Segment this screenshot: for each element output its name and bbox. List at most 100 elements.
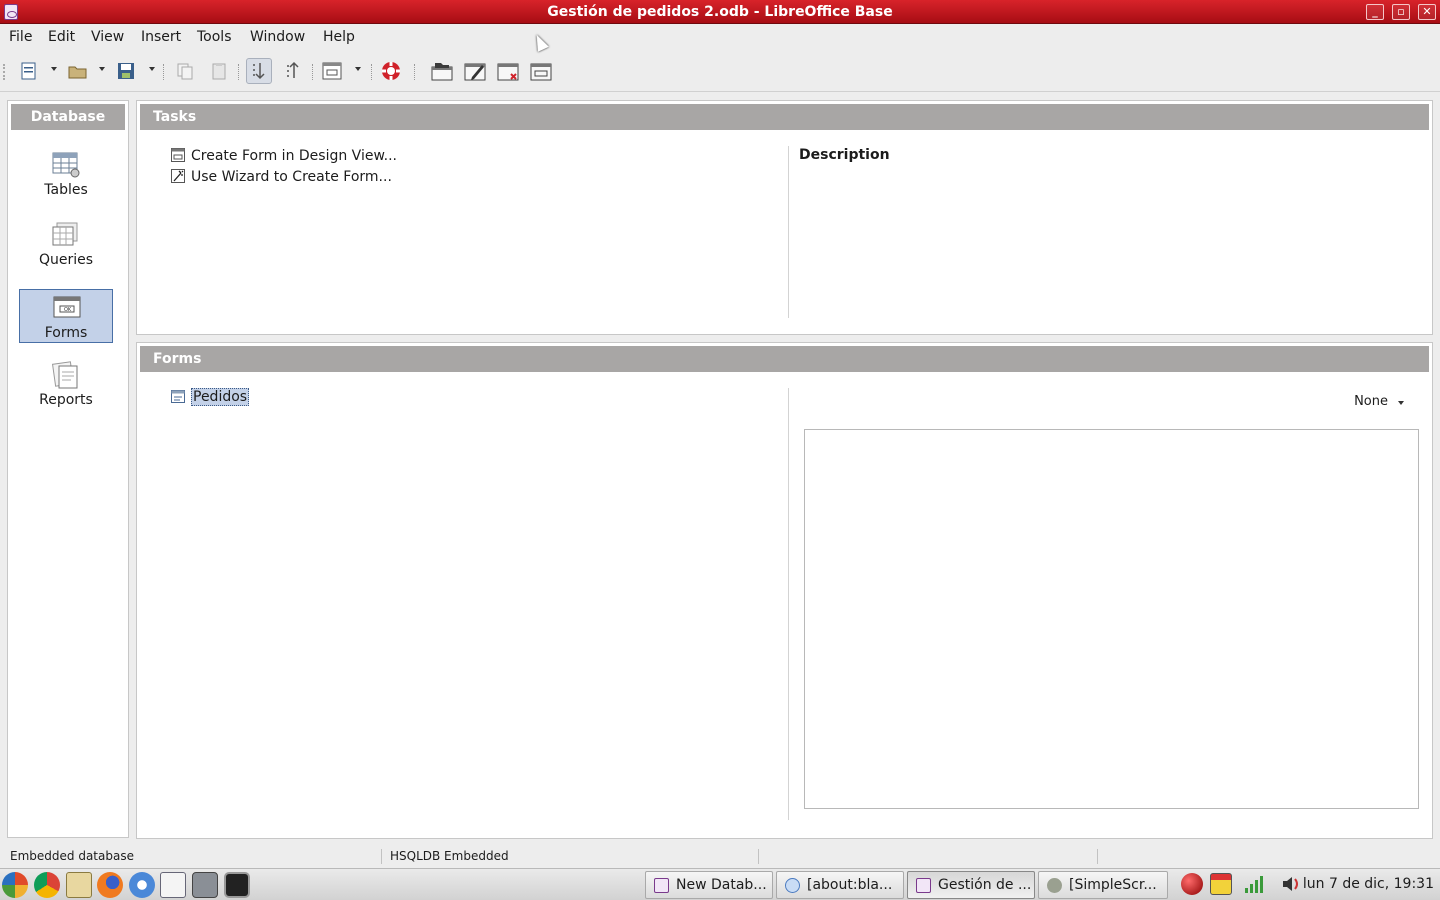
svg-text:OK: OK <box>64 307 72 313</box>
notes-icon[interactable] <box>160 872 186 898</box>
wizard-icon <box>171 169 185 183</box>
form-icon[interactable] <box>319 58 345 84</box>
forms-panel: Forms Pedidos None <box>136 342 1433 839</box>
open-database-object-icon[interactable] <box>429 58 455 84</box>
category-queries[interactable]: Queries <box>19 217 113 271</box>
clipboard-icon[interactable] <box>1210 873 1232 895</box>
menu-view[interactable]: View <box>91 29 124 45</box>
forms-icon: OK <box>52 294 82 322</box>
libreoffice-base-icon <box>916 878 931 893</box>
terminal-icon[interactable] <box>224 872 250 898</box>
form-design-icon <box>171 148 185 162</box>
toolbar-separator <box>371 64 373 80</box>
category-reports[interactable]: Reports <box>19 357 113 411</box>
libreoffice-base-icon <box>654 878 669 893</box>
firefox-icon[interactable] <box>97 872 123 898</box>
open-folder-icon[interactable] <box>65 58 91 84</box>
taskbar-window-simplescreenrecorder[interactable]: [SimpleScr... <box>1038 871 1168 899</box>
toolbar-grip[interactable] <box>3 64 6 80</box>
minimize-button[interactable]: _ <box>1366 4 1384 20</box>
taskbar-window-gestion-pedidos[interactable]: Gestión de ... <box>907 871 1035 899</box>
status-separator <box>381 849 382 864</box>
sort-descending-icon[interactable] <box>280 58 306 84</box>
category-tables[interactable]: Tables <box>19 147 113 201</box>
menu-launcher-icon[interactable] <box>2 872 28 898</box>
save-dropdown-arrow[interactable] <box>149 67 155 71</box>
system-taskbar: New Datab... [about:bla... Gestión de ..… <box>0 868 1440 900</box>
copy-icon[interactable] <box>172 58 198 84</box>
clock[interactable]: lun 7 de dic, 19:31 <box>1303 876 1434 892</box>
task-label: Create Form in Design View... <box>191 148 397 164</box>
tasks-panel: Tasks Create Form in Design View... Use … <box>136 100 1433 335</box>
menu-bar: File Edit View Insert Tools Window Help <box>0 24 1440 52</box>
close-button[interactable]: ✕ <box>1418 4 1436 20</box>
menu-edit[interactable]: Edit <box>48 29 75 45</box>
tasks-panel-header: Tasks <box>140 104 1429 130</box>
task-label: Use Wizard to Create Form... <box>191 169 392 185</box>
screenshot-icon[interactable] <box>192 872 218 898</box>
chromium-icon[interactable] <box>129 872 155 898</box>
menu-help[interactable]: Help <box>323 29 355 45</box>
category-label: Forms <box>44 325 88 341</box>
status-separator <box>758 849 759 864</box>
menu-insert[interactable]: Insert <box>141 29 181 45</box>
tasks-divider <box>788 146 789 318</box>
help-lifebuoy-icon[interactable] <box>378 58 404 84</box>
taskbar-window-new-database[interactable]: New Datab... <box>645 871 773 899</box>
task-create-form-design-view[interactable]: Create Form in Design View... <box>171 148 397 164</box>
preview-mode-value: None <box>1354 394 1388 409</box>
forms-panel-header: Forms <box>140 346 1429 372</box>
form-item-icon <box>171 390 185 403</box>
sort-ascending-icon[interactable] <box>246 58 272 84</box>
recorder-icon <box>1047 878 1062 893</box>
form-dropdown-arrow[interactable] <box>355 67 361 71</box>
preview-mode-select[interactable]: None <box>1354 394 1404 409</box>
volume-icon[interactable] <box>1280 873 1302 895</box>
maximize-button[interactable]: ▫ <box>1392 4 1410 20</box>
database-panel-header: Database <box>11 104 125 130</box>
edit-icon[interactable] <box>462 58 488 84</box>
status-separator <box>1097 849 1098 864</box>
taskbar-window-about-blank[interactable]: [about:bla... <box>776 871 904 899</box>
taskbar-window-label: Gestión de ... <box>938 877 1032 893</box>
menu-window[interactable]: Window <box>250 29 305 45</box>
save-icon[interactable] <box>113 58 139 84</box>
category-label: Tables <box>44 182 88 198</box>
reports-icon <box>51 361 81 389</box>
browser-icon <box>785 878 800 893</box>
taskbar-window-label: [SimpleScr... <box>1069 877 1157 893</box>
description-title: Description <box>799 147 890 163</box>
taskbar-window-label: New Datab... <box>676 877 767 893</box>
tables-icon <box>51 151 81 179</box>
toolbar-separator <box>163 64 165 80</box>
task-use-wizard-create-form[interactable]: Use Wizard to Create Form... <box>171 169 392 185</box>
form-item-pedidos[interactable]: Pedidos <box>171 388 250 406</box>
status-engine: HSQLDB Embedded <box>390 849 509 863</box>
title-bar: Gestión de pedidos 2.odb - LibreOffice B… <box>0 0 1440 24</box>
new-document-icon[interactable] <box>16 58 42 84</box>
new-dropdown-arrow[interactable] <box>51 67 57 71</box>
status-bar: Embedded database HSQLDB Embedded <box>0 845 1440 868</box>
paste-icon[interactable] <box>206 58 232 84</box>
category-label: Queries <box>38 252 94 268</box>
menu-tools[interactable]: Tools <box>197 29 232 45</box>
queries-icon <box>51 221 81 249</box>
text-editor-icon[interactable] <box>66 872 92 898</box>
chevron-down-icon <box>1398 401 1404 405</box>
delete-icon[interactable] <box>495 58 521 84</box>
toolbar-separator <box>312 64 314 80</box>
rename-icon[interactable] <box>528 58 554 84</box>
chrome-icon[interactable] <box>34 872 60 898</box>
taskbar-window-label: [about:bla... <box>807 877 893 893</box>
window-title: Gestión de pedidos 2.odb - LibreOffice B… <box>547 4 893 20</box>
open-dropdown-arrow[interactable] <box>99 67 105 71</box>
record-indicator-icon[interactable] <box>1181 873 1203 895</box>
forms-divider <box>788 388 789 820</box>
network-signal-icon[interactable] <box>1243 873 1265 895</box>
category-forms[interactable]: OK Forms <box>19 289 113 343</box>
category-label: Reports <box>39 392 93 408</box>
form-item-label: Pedidos <box>191 388 250 406</box>
status-database-type: Embedded database <box>10 849 134 863</box>
database-panel: Database Tables Queries OK Forms Reports <box>7 100 129 838</box>
menu-file[interactable]: File <box>9 29 32 45</box>
